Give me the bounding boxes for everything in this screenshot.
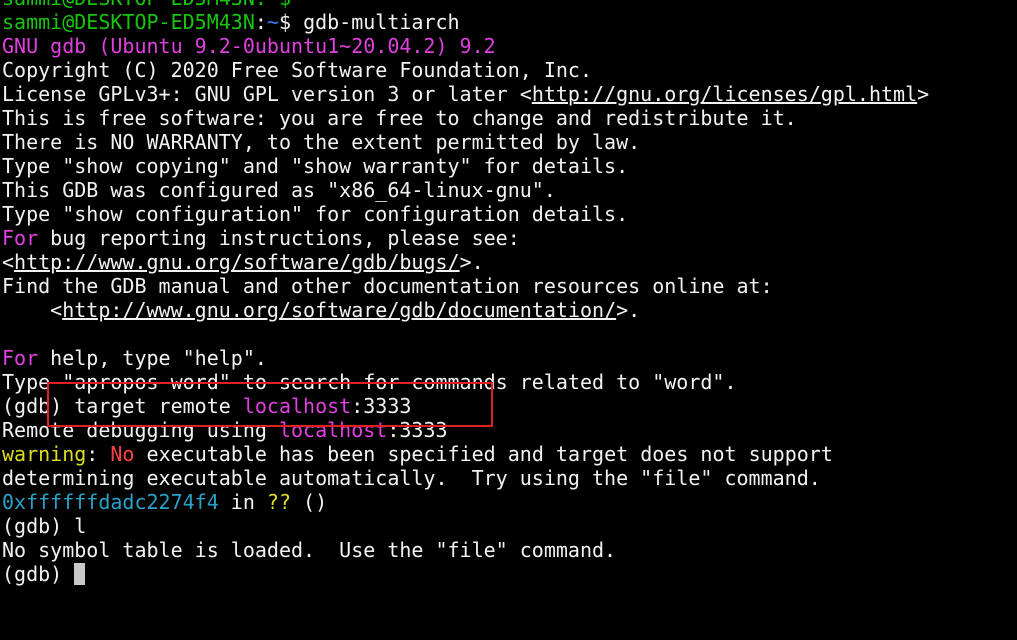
- final-prompt-line[interactable]: (gdb): [2, 562, 929, 586]
- bug-gt: >.: [459, 250, 484, 274]
- target-prompt: (gdb) target remote: [2, 394, 243, 418]
- terminal-line-prompt: sammi@DESKTOP-ED5M43N:~$ gdb-multiarch: [2, 10, 929, 34]
- list-command-line: (gdb) l: [2, 514, 87, 538]
- doc-link[interactable]: http://www.gnu.org/software/gdb/document…: [62, 298, 616, 322]
- license-line: License GPLv3+: GNU GPL version 3 or lat…: [2, 82, 929, 106]
- configured-line: This GDB was configured as "x86_64-linux…: [2, 178, 556, 202]
- apropos-line: Type "apropos word" to search for comman…: [2, 370, 737, 394]
- target-remote-line: (gdb) target remote localhost:3333: [2, 394, 929, 418]
- remote-host: localhost: [278, 418, 388, 442]
- help-for-keyword: For: [2, 346, 39, 370]
- license-link[interactable]: http://gnu.org/licenses/gpl.html: [532, 82, 917, 106]
- find-manual-line: Find the GDB manual and other documentat…: [2, 274, 773, 298]
- target-host: localhost: [242, 394, 352, 418]
- help-rest: help, type "help".: [38, 346, 267, 370]
- cut-prompt: sammi@DESKTOP-ED5M43N:~$: [2, 0, 291, 10]
- prompt-path: ~: [266, 10, 279, 34]
- bug-rest: bug reporting instructions, please see:: [38, 226, 520, 250]
- prompt-sep: :: [254, 10, 267, 34]
- no-symbol-line: No symbol table is loaded. Use the "file…: [2, 538, 617, 562]
- warning-line: warning: No executable has been specifie…: [2, 442, 929, 466]
- license-pre: License GPLv3+: GNU GPL version 3 or lat…: [2, 82, 532, 106]
- gdb-version-line: GNU gdb (Ubuntu 9.2-0ubuntu1~20.04.2) 9.…: [2, 34, 496, 58]
- terminal-output: sammi@DESKTOP-ED5M43N:~$ sammi@DESKTOP-E…: [2, 0, 929, 586]
- frame-in: in: [218, 490, 267, 514]
- warning-no: No: [110, 442, 135, 466]
- prompt-user-host: sammi@DESKTOP-ED5M43N: [2, 10, 255, 34]
- frame-line: 0xffffffdadc2274f4 in ?? (): [2, 490, 929, 514]
- bug-for-keyword: For: [2, 226, 39, 250]
- determining-line: determining executable automatically. Tr…: [2, 466, 821, 490]
- target-port: :3333: [351, 394, 412, 418]
- doc-gt: >.: [616, 298, 641, 322]
- show-copying-line: Type "show copying" and "show warranty" …: [2, 154, 629, 178]
- copyright-line: Copyright (C) 2020 Free Software Foundat…: [2, 58, 593, 82]
- frame-function: ??: [266, 490, 292, 514]
- warning-colon: :: [86, 442, 111, 466]
- no-warranty-line: There is NO WARRANTY, to the extent perm…: [2, 130, 641, 154]
- warning-rest: executable has been specified and target…: [134, 442, 833, 466]
- remote-debugging-line: Remote debugging using localhost:3333: [2, 418, 929, 442]
- terminal-window[interactable]: sammi@DESKTOP-ED5M43N:~$ sammi@DESKTOP-E…: [0, 0, 1017, 640]
- bug-lt: <: [2, 250, 15, 274]
- text-cursor: [74, 563, 86, 585]
- remote-pre: Remote debugging using: [2, 418, 279, 442]
- bug-url-line: <http://www.gnu.org/software/gdb/bugs/>.: [2, 250, 929, 274]
- final-prompt: (gdb): [2, 562, 75, 586]
- bug-link[interactable]: http://www.gnu.org/software/gdb/bugs/: [14, 250, 460, 274]
- doc-url-line: <http://www.gnu.org/software/gdb/documen…: [2, 298, 929, 322]
- prompt-command: gdb-multiarch: [303, 10, 460, 34]
- show-config-line: Type "show configuration" for configurat…: [2, 202, 629, 226]
- frame-address: 0xffffffdadc2274f4: [2, 490, 219, 514]
- doc-indent: <: [2, 298, 63, 322]
- free-software-line: This is free software: you are free to c…: [2, 106, 797, 130]
- help-line: For help, type "help".: [2, 346, 929, 370]
- remote-port: :3333: [387, 418, 448, 442]
- terminal-line-cut: sammi@DESKTOP-ED5M43N:~$: [2, 0, 929, 10]
- prompt-symbol: $: [278, 10, 304, 34]
- warning-keyword: warning: [2, 442, 87, 466]
- frame-parens: (): [291, 490, 328, 514]
- license-post: >: [917, 82, 930, 106]
- bug-reporting-line: For bug reporting instructions, please s…: [2, 226, 929, 250]
